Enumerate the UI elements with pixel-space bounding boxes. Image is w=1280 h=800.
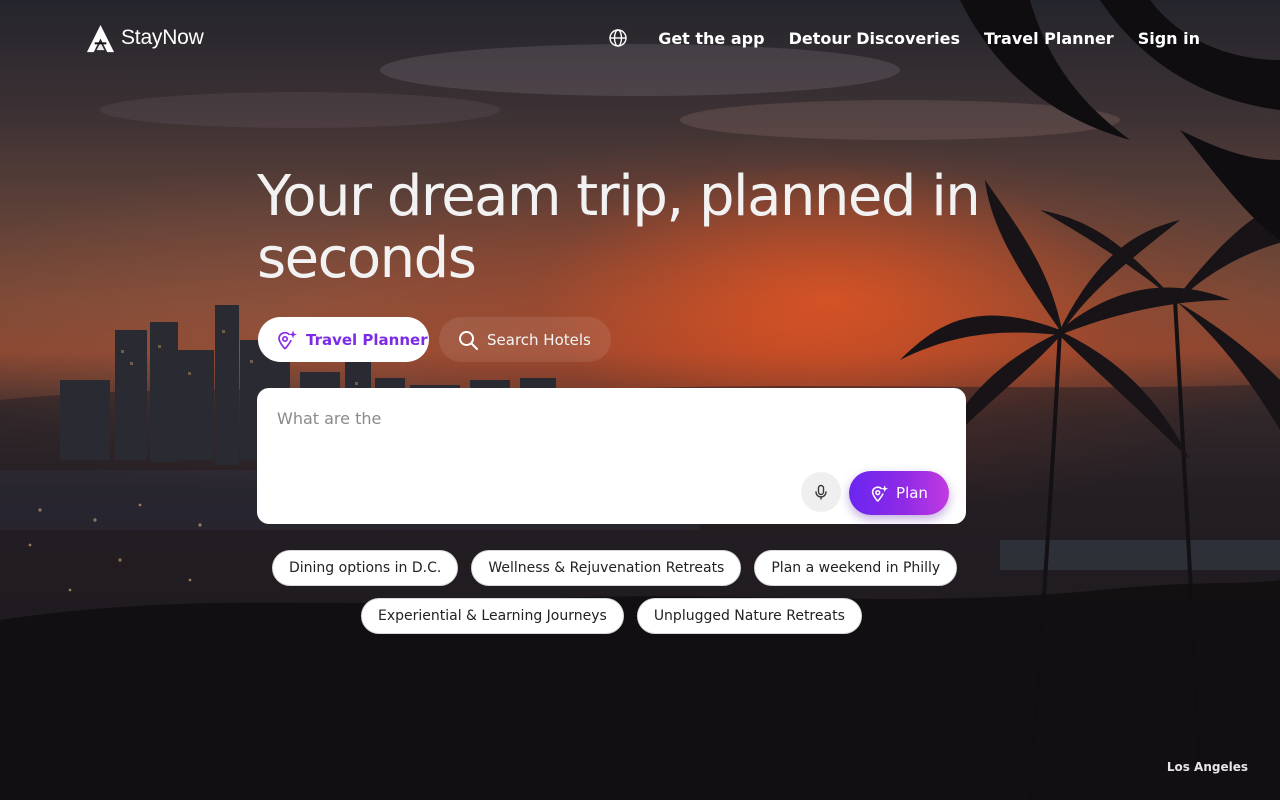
- planner-prompt-input[interactable]: [277, 406, 937, 430]
- suggestion-chip[interactable]: Unplugged Nature Retreats: [636, 598, 862, 634]
- brand-logo-link[interactable]: StayNow: [85, 22, 204, 54]
- search-icon: [457, 329, 479, 351]
- globe-icon[interactable]: [608, 28, 628, 48]
- suggestion-chips-row-2: Experiential & Learning Journeys Unplugg…: [361, 598, 862, 634]
- primary-nav: Get the app Detour Discoveries Travel Pl…: [608, 24, 1200, 52]
- nav-detour-discoveries[interactable]: Detour Discoveries: [789, 29, 960, 48]
- plan-button[interactable]: Plan: [849, 471, 949, 515]
- hero-headline: Your dream trip, planned in seconds: [257, 164, 981, 291]
- photo-location-caption: Los Angeles: [1166, 760, 1248, 774]
- suggestion-chip[interactable]: Wellness & Rejuvenation Retreats: [471, 550, 742, 586]
- plan-button-label: Plan: [896, 484, 928, 502]
- sparkle-pin-icon: [870, 484, 889, 503]
- brand-name: StayNow: [121, 26, 204, 49]
- suggestion-chip[interactable]: Plan a weekend in Philly: [754, 550, 958, 586]
- nav-get-the-app[interactable]: Get the app: [658, 29, 764, 48]
- suggestion-chip[interactable]: Dining options in D.C.: [272, 550, 459, 586]
- tab-search-hotels-label: Search Hotels: [487, 330, 591, 349]
- mountain-a-logo-icon: [86, 24, 115, 52]
- tab-search-hotels[interactable]: Search Hotels: [439, 317, 611, 362]
- nav-sign-in[interactable]: Sign in: [1138, 29, 1200, 48]
- sparkle-pin-icon: [276, 329, 298, 351]
- tab-travel-planner-label: Travel Planner: [306, 330, 428, 349]
- suggestion-chip[interactable]: Experiential & Learning Journeys: [361, 598, 624, 634]
- microphone-icon: [813, 484, 829, 500]
- voice-input-button[interactable]: [801, 472, 841, 512]
- planner-prompt-box: Plan: [257, 388, 966, 524]
- suggestion-chips-row-1: Dining options in D.C. Wellness & Rejuve…: [272, 550, 958, 586]
- top-navigation: StayNow Get the app Detour Discoveries T…: [0, 0, 1280, 76]
- tab-travel-planner[interactable]: Travel Planner: [258, 317, 429, 362]
- mode-tabs: Travel Planner Search Hotels: [258, 317, 611, 362]
- nav-travel-planner[interactable]: Travel Planner: [984, 29, 1114, 48]
